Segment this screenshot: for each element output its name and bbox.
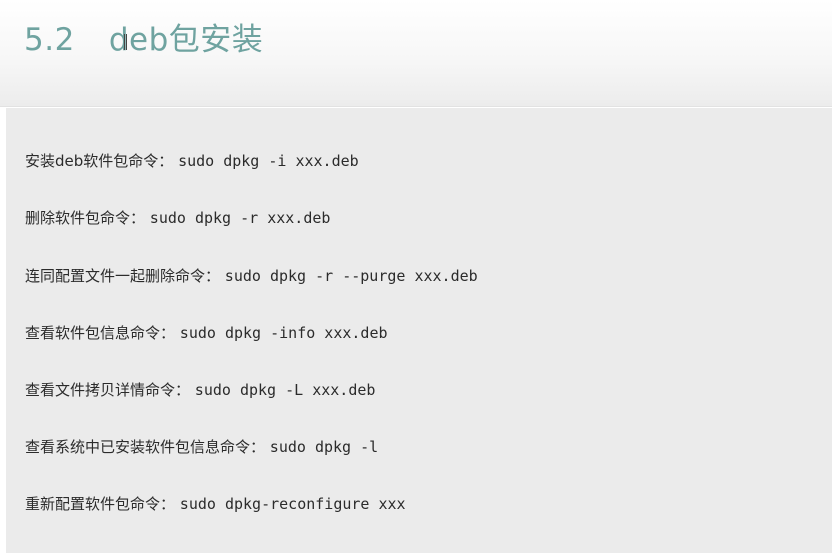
section-title: deb包安装 <box>108 22 264 58</box>
section-number: 5.2 <box>24 22 75 58</box>
command-label: 删除软件包命令： <box>25 209 146 227</box>
command-label: 安装deb软件包命令： <box>25 152 174 170</box>
command-line-purge: 连同配置文件一起删除命令： sudo dpkg -r --purge xxx.d… <box>25 265 478 286</box>
command-label: 重新配置软件包命令： <box>25 495 176 513</box>
command-line-install: 安装deb软件包命令： sudo dpkg -i xxx.deb <box>25 150 359 171</box>
command-text: sudo dpkg -i xxx.deb <box>178 152 359 170</box>
command-line-info: 查看软件包信息命令： sudo dpkg -info xxx.deb <box>25 322 388 343</box>
command-text: sudo dpkg -L xxx.deb <box>194 381 376 399</box>
text-cursor-icon <box>124 34 127 50</box>
command-text: sudo dpkg -l <box>269 438 379 456</box>
command-label: 查看软件包信息命令： <box>25 324 176 342</box>
command-text: sudo dpkg -info xxx.deb <box>179 324 388 342</box>
command-label: 查看系统中已安装软件包信息命令： <box>25 438 266 456</box>
command-label: 查看文件拷贝详情命令： <box>25 381 191 399</box>
command-text: sudo dpkg -r --purge xxx.deb <box>224 267 478 285</box>
command-label: 连同配置文件一起删除命令： <box>25 267 221 285</box>
slide-header: 5.2 deb包安装 <box>0 0 832 107</box>
command-line-remove: 删除软件包命令： sudo dpkg -r xxx.deb <box>25 207 330 228</box>
command-list: 安装deb软件包命令： sudo dpkg -i xxx.deb 删除软件包命令… <box>6 108 832 553</box>
command-line-list-files: 查看文件拷贝详情命令： sudo dpkg -L xxx.deb <box>25 379 375 400</box>
slide: 5.2 deb包安装 安装deb软件包命令： sudo dpkg -i xxx.d… <box>0 0 832 560</box>
command-line-reconfigure: 重新配置软件包命令： sudo dpkg-reconfigure xxx <box>25 493 406 514</box>
command-text: sudo dpkg-reconfigure xxx <box>179 495 406 513</box>
command-text: sudo dpkg -r xxx.deb <box>149 209 331 227</box>
slide-title: 5.2 deb包安装 <box>24 14 263 59</box>
command-line-list-installed: 查看系统中已安装软件包信息命令： sudo dpkg -l <box>25 436 378 457</box>
